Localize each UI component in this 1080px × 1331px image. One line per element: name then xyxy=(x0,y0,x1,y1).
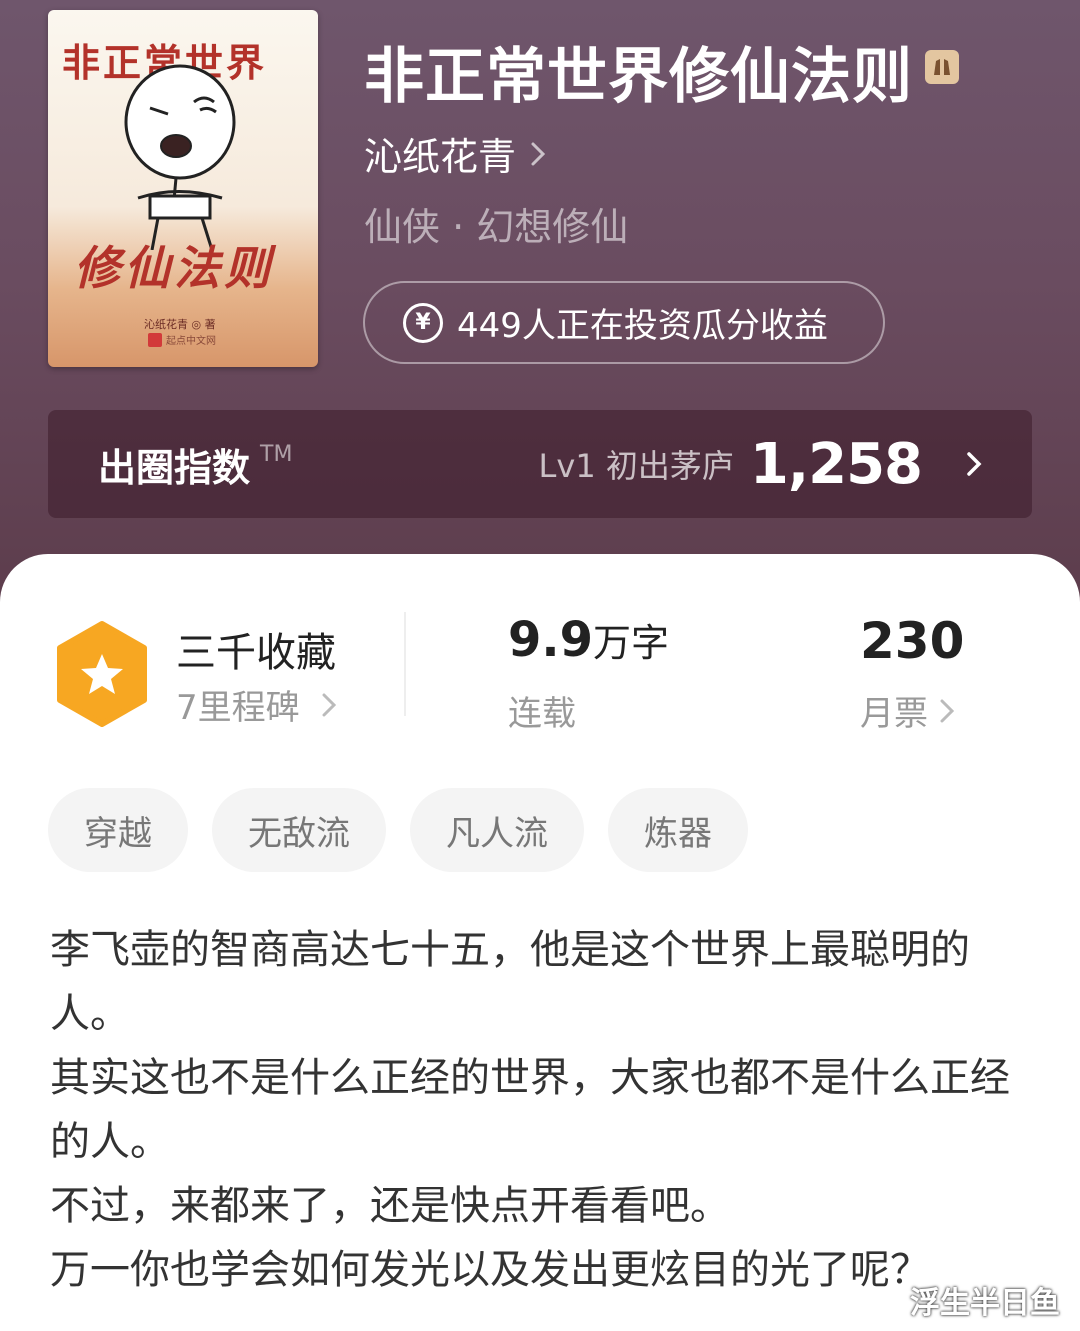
index-label: 出圈指数 xyxy=(98,445,251,490)
publisher-logo-icon xyxy=(148,332,162,347)
tag-chip[interactable]: 炼器 xyxy=(608,788,748,872)
yen-icon: ¥ xyxy=(403,302,443,343)
tag-chip[interactable]: 穿越 xyxy=(48,788,188,872)
cover-publisher-name: 起点中文网 xyxy=(166,336,216,347)
invest-button[interactable]: ¥ 449人正在投资瓜分收益 xyxy=(363,281,885,364)
book-description[interactable]: 李飞壶的智商高达七十五，他是这个世界上最聪明的人。 其实这也不是什么正经的世界，… xyxy=(50,918,1010,1302)
author-link[interactable]: 沁纸花青 xyxy=(364,126,546,181)
word-count-number: 9.9 xyxy=(508,612,594,668)
word-count-unit: 万字 xyxy=(593,621,670,665)
description-line: 其实这也不是什么正经的世界，大家也都不是什么正经的人。 xyxy=(50,1055,1010,1165)
monthly-votes-link[interactable]: 月票 xyxy=(860,686,954,735)
description-line: 万一你也学会如何发光以及发出更炫目的光了呢？ xyxy=(50,1247,930,1293)
chevron-right-icon xyxy=(322,693,336,716)
collection-milestone-title: 三千收藏 xyxy=(176,630,336,676)
stats-divider xyxy=(404,612,406,716)
badge-glyph-icon xyxy=(934,59,950,75)
author-name: 沁纸花青 xyxy=(364,135,517,179)
tag-chip[interactable]: 凡人流 xyxy=(410,788,584,872)
serial-status: 连载 xyxy=(508,694,576,734)
chevron-right-icon xyxy=(940,699,954,722)
book-title: 非正常世界修仙法则 xyxy=(364,42,913,112)
chevron-right-icon xyxy=(967,452,982,476)
cover-publisher: 起点中文网 xyxy=(148,332,216,347)
popularity-index-bar[interactable]: 出圈指数 TM Lv1 初出茅庐 1,258 xyxy=(48,410,1032,518)
tag-list: 穿越 无敌流 凡人流 炼器 xyxy=(48,788,748,872)
monthly-votes-label: 月票 xyxy=(860,694,928,734)
description-line: 不过，来都来了，还是快点开看看吧。 xyxy=(50,1183,730,1229)
index-score: 1,258 xyxy=(749,431,923,497)
milestone-link[interactable]: 7里程碑 xyxy=(176,680,336,729)
watermark: 浮生半日鱼 xyxy=(910,1286,1060,1321)
monthly-votes-count: 230 xyxy=(860,612,965,670)
book-cover[interactable]: 非正常世界 修仙法则 沁纸花青 ◎ 著 起点中文网 xyxy=(48,10,318,367)
cover-illustration xyxy=(124,64,236,250)
cover-author: 沁纸花青 ◎ 著 xyxy=(144,318,216,331)
word-count: 9.9万字 xyxy=(508,612,669,668)
star-hexagon-icon xyxy=(57,621,147,727)
chevron-right-icon xyxy=(531,142,546,165)
cover-title-bottom: 修仙法则 xyxy=(74,241,274,295)
index-level: Lv1 初出茅庐 xyxy=(538,447,734,485)
description-line: 李飞壶的智商高达七十五，他是这个世界上最聪明的人。 xyxy=(50,927,970,1037)
book-category[interactable]: 仙侠 · 幻想修仙 xyxy=(364,196,628,251)
milestone-count: 7里程碑 xyxy=(176,688,300,728)
index-trademark: TM xyxy=(260,441,293,467)
title-badge-icon[interactable] xyxy=(925,50,959,84)
invest-label: 449人正在投资瓜分收益 xyxy=(457,306,828,346)
tag-chip[interactable]: 无敌流 xyxy=(212,788,386,872)
